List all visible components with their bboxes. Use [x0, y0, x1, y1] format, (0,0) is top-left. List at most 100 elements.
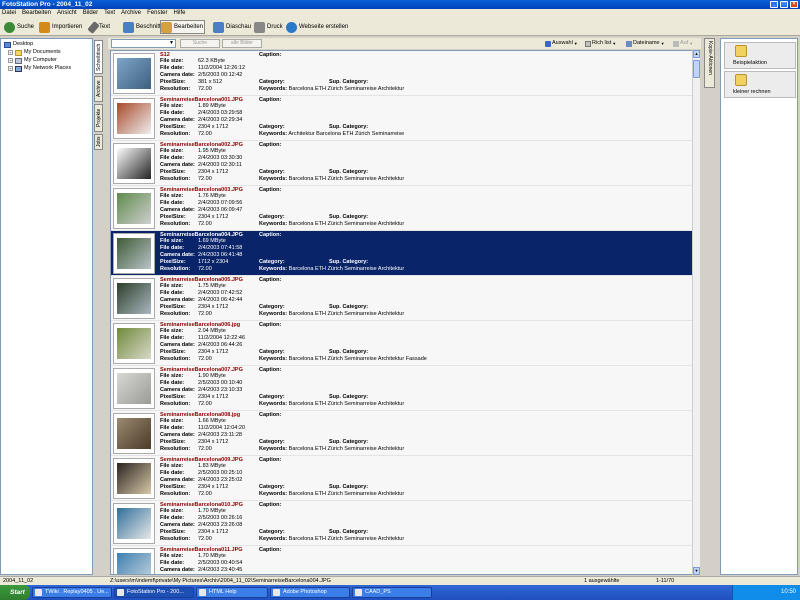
expand-icon[interactable]: +: [8, 58, 13, 63]
file-row[interactable]: SeminarreiseBarcelona009.JPG File size: 1.…: [111, 456, 693, 501]
thumbnail[interactable]: [113, 368, 155, 409]
actions-panel: Beispielaktion kleiner rechnen: [720, 38, 798, 575]
field-label: Camera date:: [160, 432, 195, 438]
keywords-value: Barcelona ETH Zürich Seminarreise Archit…: [288, 491, 405, 497]
field-label: File size:: [160, 103, 184, 109]
selection-dropdown[interactable]: Auswahl ▼: [545, 39, 578, 48]
thumbnail[interactable]: [113, 503, 155, 544]
file-row[interactable]: SeminarreiseBarcelona005.JPG File size: 1.…: [111, 276, 693, 321]
thumbnail[interactable]: [113, 233, 155, 274]
file-row[interactable]: SeminarreiseBarcelona010.JPG File size: 1.…: [111, 501, 693, 546]
field-label: File date:: [160, 245, 185, 251]
expand-icon[interactable]: +: [8, 50, 13, 55]
field-label: File date:: [160, 560, 185, 566]
tab-archive[interactable]: Archive: [94, 76, 103, 102]
category-label: Category:: [259, 439, 285, 445]
thumbnail[interactable]: [113, 143, 155, 184]
field-value: 1.69 MByte: [198, 238, 226, 244]
menu-text[interactable]: Text: [104, 10, 115, 16]
thumbnail[interactable]: [113, 98, 155, 139]
menu-ansicht[interactable]: Ansicht: [57, 10, 77, 16]
menu-fenster[interactable]: Fenster: [147, 10, 167, 16]
menu-archive[interactable]: Archive: [121, 10, 141, 16]
scrollbar-thumb[interactable]: [693, 60, 700, 78]
field-label: PixelSize:: [160, 169, 186, 175]
thumbnail[interactable]: [113, 188, 155, 229]
task-photoshop[interactable]: Adobe Photoshop: [270, 587, 350, 598]
all-images-button[interactable]: alle Bilder: [222, 39, 262, 48]
start-button[interactable]: Start: [0, 585, 30, 600]
vertical-tabs: Schreibtisch Archive Projekte Jobs: [93, 38, 104, 575]
sort-order-dropdown[interactable]: Auf ▼: [673, 39, 693, 48]
tree-item-desktop[interactable]: Desktop: [4, 41, 33, 48]
file-row[interactable]: SeminarreiseBarcelona001.JPG File size: 1.…: [111, 96, 693, 141]
tree-item-my-network-places[interactable]: + My Network Places: [8, 65, 71, 72]
thumbnail[interactable]: [113, 413, 155, 454]
file-row[interactable]: S12 File size: 62.3 KByte File date: 11/2/20…: [111, 51, 693, 96]
field-label: File size:: [160, 58, 184, 64]
field-value: 2/4/2003 06:09:47: [198, 207, 243, 213]
tree-item-my-documents[interactable]: + My Documents: [8, 49, 61, 56]
minimize-icon[interactable]: _: [770, 1, 778, 8]
tab-schreibtisch[interactable]: Schreibtisch: [94, 40, 103, 74]
tab-copy-actions[interactable]: Kopie-Aktionen: [704, 38, 715, 88]
edit-icon: [161, 21, 172, 33]
text-button[interactable]: Text: [87, 20, 111, 34]
tree-item-my-computer[interactable]: + My Computer: [8, 57, 57, 64]
action-kleiner-rechnen[interactable]: kleiner rechnen: [724, 71, 796, 98]
scroll-down-icon[interactable]: ▼: [693, 567, 700, 575]
import-button[interactable]: Importieren: [38, 20, 83, 34]
action-beispielaktion[interactable]: Beispielaktion: [724, 42, 796, 69]
menu-hilfe[interactable]: Hilfe: [173, 10, 185, 16]
search-filter-button[interactable]: Suche: [180, 39, 220, 48]
maximize-icon[interactable]: □: [780, 1, 788, 8]
field-label: Resolution:: [160, 401, 191, 407]
edit-button[interactable]: Bearbeiten: [160, 20, 205, 34]
tab-jobs[interactable]: Jobs: [94, 134, 103, 150]
file-row[interactable]: SeminarreiseBarcelona002.JPG File size: 1.…: [111, 141, 693, 186]
field-value: 2/4/2003 06:42:44: [198, 297, 243, 303]
close-icon[interactable]: ×: [790, 1, 798, 8]
task-html-help[interactable]: HTML Help: [196, 587, 268, 598]
menu-bearbeiten[interactable]: Bearbeiten: [22, 10, 51, 16]
create-website-button[interactable]: Webseite erstellen: [285, 20, 349, 34]
file-row[interactable]: SeminarreiseBarcelona003.JPG File size: 1.…: [111, 186, 693, 231]
field-value: 1.70 MByte: [198, 553, 226, 559]
field-value: 72.00: [198, 131, 212, 137]
menu-datei[interactable]: Datei: [2, 10, 16, 16]
file-row[interactable]: SeminarreiseBarcelona008.jpg File size: 1.…: [111, 411, 693, 456]
field-value: 72.00: [198, 491, 212, 497]
thumbnail[interactable]: [113, 458, 155, 499]
field-value: 1.95 MByte: [198, 148, 226, 154]
field-value: 2304 x 1712: [198, 214, 229, 220]
keywords: Keywords: Barcelona ETH Zürich Seminarre…: [259, 176, 404, 182]
keywords-label: Keywords:: [259, 176, 288, 182]
tab-projekte[interactable]: Projekte: [94, 104, 103, 132]
scroll-up-icon[interactable]: ▲: [693, 50, 700, 58]
print-button[interactable]: Druck: [253, 20, 284, 34]
task-twiki[interactable]: TWiki . Replay0405 . Ue...: [32, 587, 112, 598]
thumbnail[interactable]: [113, 548, 155, 574]
field-label: Resolution:: [160, 221, 191, 227]
file-row[interactable]: SeminarreiseBarcelona007.JPG File size: 1.…: [111, 366, 693, 411]
list-scrollbar[interactable]: ▲ ▼: [692, 50, 700, 575]
thumbnail[interactable]: [113, 53, 155, 94]
thumbnail[interactable]: [113, 323, 155, 364]
thumbnail[interactable]: [113, 278, 155, 319]
search-button[interactable]: Suche: [3, 20, 35, 34]
task-caad-ps[interactable]: CAAD_PS: [352, 587, 432, 598]
sup-category-label: Sup. Category:: [329, 349, 369, 355]
field-label: PixelSize:: [160, 304, 186, 310]
sort-field-dropdown[interactable]: Dateiname ▼: [626, 39, 665, 48]
file-row[interactable]: SeminarreiseBarcelona011.JPG File size: 1.…: [111, 546, 693, 574]
view-mode-dropdown[interactable]: Rich list ▼: [585, 39, 616, 48]
filter-select[interactable]: ▼: [111, 39, 176, 48]
file-row[interactable]: SeminarreiseBarcelona004.JPG File size: 1.…: [111, 231, 693, 276]
file-row[interactable]: SeminarreiseBarcelona006.jpg File size: 2.…: [111, 321, 693, 366]
crop-button[interactable]: Beschnitt: [122, 20, 162, 34]
task-fotostation[interactable]: FotoStation Pro - 200...: [114, 587, 194, 598]
expand-icon[interactable]: +: [8, 66, 13, 71]
menu-bilder[interactable]: Bilder: [83, 10, 98, 16]
field-label: File size:: [160, 238, 184, 244]
slideshow-button[interactable]: Diaschau: [212, 20, 252, 34]
